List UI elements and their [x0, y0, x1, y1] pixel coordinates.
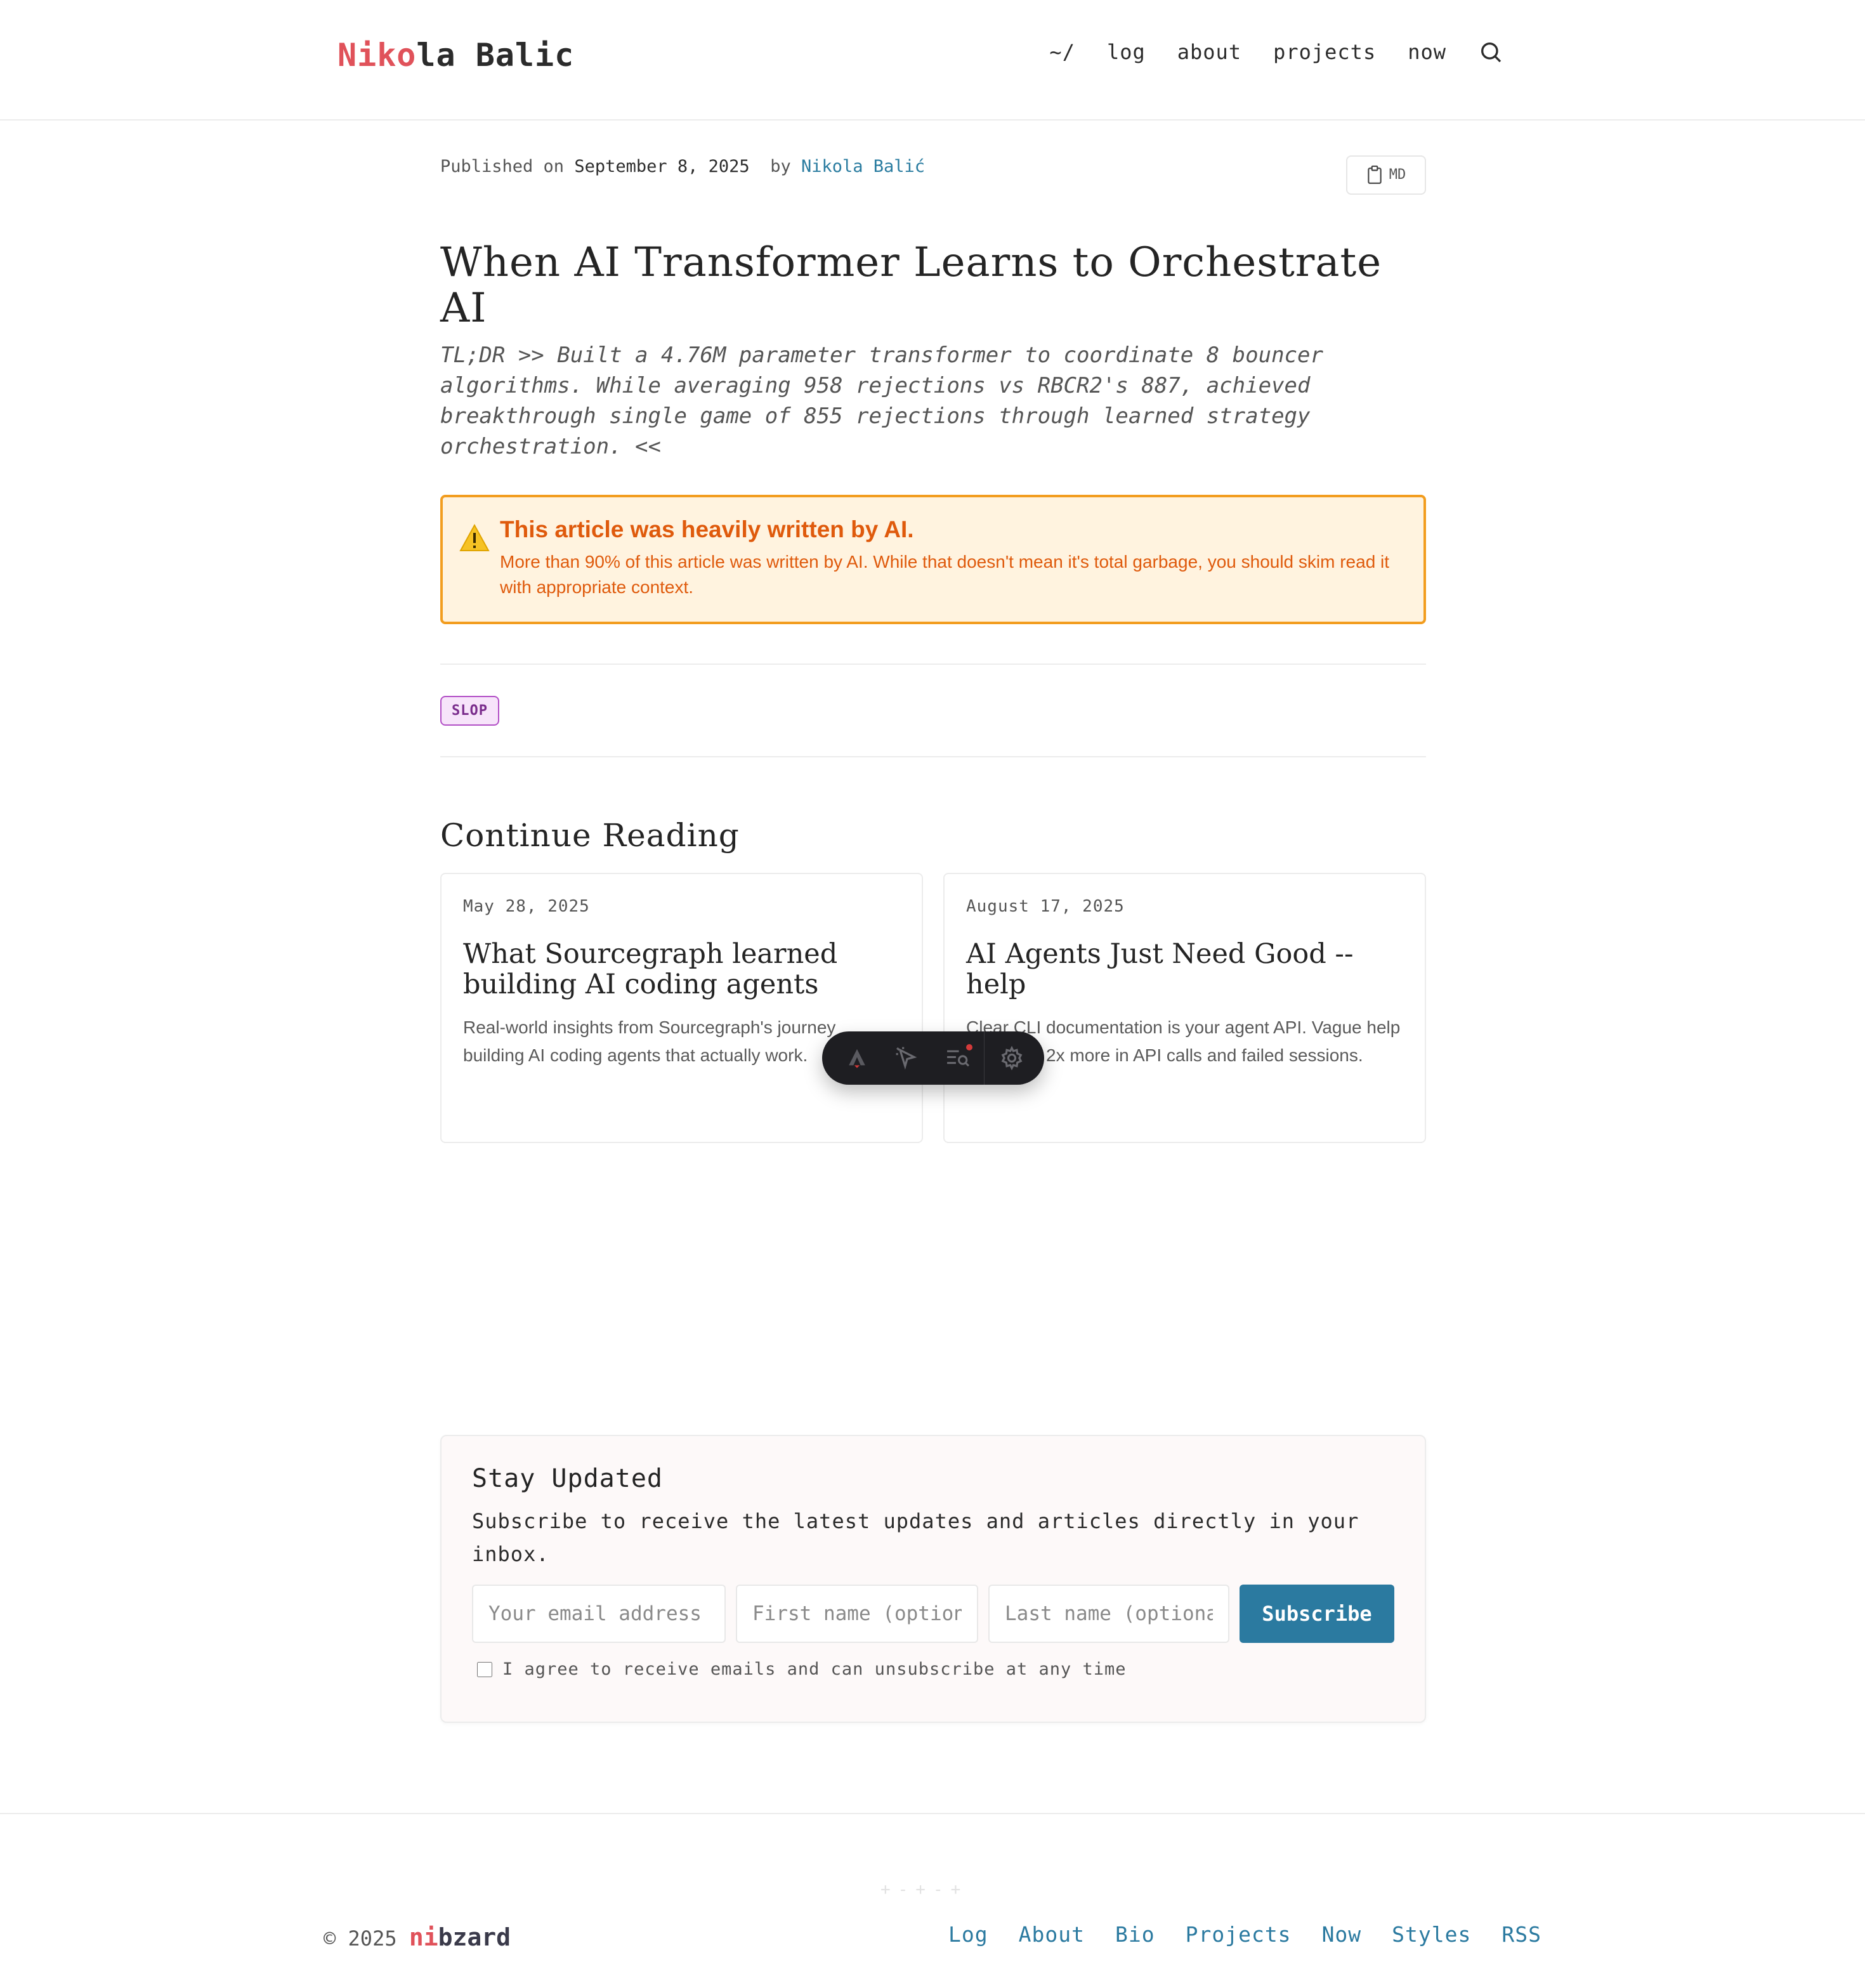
- nav-about[interactable]: about: [1177, 40, 1241, 64]
- subscribe-button[interactable]: Subscribe: [1240, 1585, 1394, 1643]
- card-title: AI Agents Just Need Good --help: [966, 938, 1354, 1000]
- card-date: August 17, 2025: [966, 897, 1125, 916]
- card-date: May 28, 2025: [463, 897, 590, 916]
- footer-nav: Log About Bio Projects Now Styles RSS: [918, 1922, 1541, 1947]
- copyright: © 2025 nibzard: [324, 1923, 511, 1951]
- tag-slop[interactable]: SLOP: [440, 695, 499, 726]
- site-header: Nikola Balic ~/ log about projects now: [0, 0, 1865, 121]
- newsletter-form: Subscribe: [472, 1585, 1394, 1643]
- toolbar-logo-button[interactable]: [839, 1039, 875, 1077]
- copy-markdown-button[interactable]: MD: [1346, 155, 1426, 195]
- clipboard-icon: [1368, 166, 1382, 184]
- nav-log[interactable]: log: [1107, 40, 1146, 64]
- tldr-summary: TL;DR >> Built a 4.76M parameter transfo…: [440, 343, 1323, 459]
- toolbar-settings-button[interactable]: [993, 1039, 1030, 1077]
- consent-checkbox[interactable]: [477, 1661, 492, 1677]
- first-name-input[interactable]: [736, 1585, 978, 1643]
- published-date: September 8, 2025: [574, 157, 750, 176]
- md-label: MD: [1389, 167, 1406, 183]
- related-post-card[interactable]: May 28, 2025 What Sourcegraph learned bu…: [440, 873, 923, 1143]
- consent-row: I agree to receive emails and can unsubs…: [472, 1659, 1394, 1679]
- nav-now[interactable]: now: [1408, 40, 1446, 64]
- site-footer: +-+-+ © 2025 nibzard Log About Bio Proje…: [0, 1813, 1865, 1988]
- notification-dot: [965, 1044, 972, 1050]
- site-logo[interactable]: Nikola Balic: [337, 37, 574, 74]
- by-label: by: [770, 157, 791, 176]
- brand-accent: ni: [409, 1923, 438, 1951]
- search-icon[interactable]: [1478, 39, 1503, 65]
- footer-link-about[interactable]: About: [1019, 1922, 1085, 1947]
- card-title: What Sourcegraph learned building AI cod…: [463, 938, 838, 1000]
- ai-warning-banner: This article was heavily written by AI. …: [440, 495, 1426, 624]
- footer-link-projects[interactable]: Projects: [1186, 1922, 1292, 1947]
- gear-icon: [1001, 1046, 1023, 1070]
- warning-body: More than 90% of this article was writte…: [500, 552, 1390, 597]
- article: Published on September 8, 2025 by Nikola…: [440, 152, 1426, 1143]
- footer-link-rss[interactable]: RSS: [1502, 1922, 1541, 1947]
- brand-text: bzard: [438, 1923, 511, 1951]
- article-meta: Published on September 8, 2025 by Nikola…: [440, 152, 1426, 195]
- continue-reading-heading: Continue Reading: [440, 817, 740, 854]
- nav-projects[interactable]: projects: [1273, 40, 1376, 64]
- tag-list: SLOP: [440, 665, 1426, 756]
- main-nav: ~/ log about projects now: [1018, 39, 1503, 65]
- cursor-select-icon: [896, 1047, 917, 1070]
- footer-link-now[interactable]: Now: [1322, 1922, 1362, 1947]
- email-input[interactable]: [472, 1585, 726, 1643]
- newsletter-description: Subscribe to receive the latest updates …: [472, 1509, 1359, 1566]
- footer-link-styles[interactable]: Styles: [1392, 1922, 1471, 1947]
- divider: [440, 756, 1426, 757]
- floating-toolbar: [822, 1031, 1044, 1085]
- toolbar-select-button[interactable]: [889, 1039, 926, 1077]
- consent-label: I agree to receive emails and can unsubs…: [502, 1659, 1127, 1679]
- article-title: When AI Transformer Learns to Orchestrat…: [440, 239, 1382, 332]
- warning-icon: [459, 523, 490, 554]
- newsletter-title: Stay Updated: [472, 1464, 663, 1493]
- related-posts: May 28, 2025 What Sourcegraph learned bu…: [440, 873, 1426, 1143]
- footer-brand[interactable]: nibzard: [409, 1923, 511, 1951]
- nav-home[interactable]: ~/: [1049, 40, 1075, 64]
- list-search-icon: [946, 1050, 969, 1067]
- toolbar-inspect-button[interactable]: [939, 1039, 976, 1077]
- toolbar-separator: [983, 1031, 985, 1085]
- footer-decoration: +-+-+: [880, 1880, 969, 1899]
- newsletter-signup: Stay Updated Subscribe to receive the la…: [440, 1435, 1426, 1723]
- warning-title: This article was heavily written by AI.: [500, 516, 914, 542]
- copyright-text: © 2025: [324, 1926, 397, 1951]
- author-link[interactable]: Nikola Balić: [801, 157, 925, 176]
- published-label: Published on: [440, 157, 565, 176]
- related-post-card[interactable]: August 17, 2025 AI Agents Just Need Good…: [943, 873, 1426, 1143]
- footer-link-bio[interactable]: Bio: [1115, 1922, 1155, 1947]
- logo-accent: Niko: [337, 37, 417, 74]
- logo-text: la Balic: [416, 37, 575, 74]
- footer-link-log[interactable]: Log: [948, 1922, 988, 1947]
- last-name-input[interactable]: [988, 1585, 1229, 1643]
- logo-icon: [849, 1049, 865, 1068]
